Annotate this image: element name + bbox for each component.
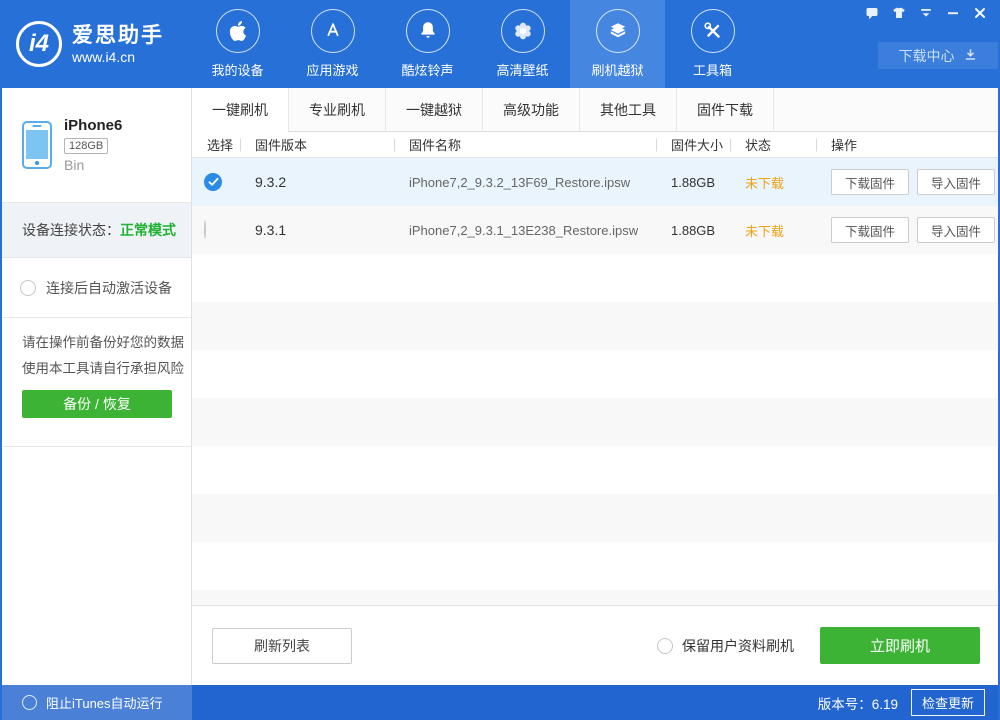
iphone-icon (22, 121, 52, 169)
refresh-list-button[interactable]: 刷新列表 (212, 628, 352, 664)
firmware-radio-checked[interactable] (204, 173, 222, 191)
table-row[interactable]: 9.3.1 iPhone7,2_9.3.1_13E238_Restore.ips… (192, 206, 998, 254)
firmware-size: 1.88GB (656, 175, 730, 190)
flower-icon (501, 9, 545, 53)
nav-item-wallpapers[interactable]: 高清壁纸 (475, 0, 570, 88)
nav-label: 我的设备 (211, 60, 263, 79)
app-logo: i4 爱思助手 www.i4.cn (2, 0, 190, 88)
tab-pro-flash[interactable]: 专业刷机 (289, 88, 386, 132)
bell-icon (406, 9, 450, 53)
nav-item-ringtones[interactable]: 酷炫铃声 (380, 0, 475, 88)
device-info-section: iPhone6 128GB Bin (2, 88, 191, 203)
firmware-table-body: 9.3.2 iPhone7,2_9.3.2_13F69_Restore.ipsw… (192, 158, 998, 605)
auto-activate-section: 连接后自动激活设备 (2, 258, 191, 318)
nav-item-toolbox[interactable]: 工具箱 (665, 0, 760, 88)
apple-icon (216, 9, 260, 53)
nav-label: 酷炫铃声 (401, 60, 453, 79)
tab-one-click-jailbreak[interactable]: 一键越狱 (386, 88, 483, 132)
message-icon[interactable] (862, 5, 882, 21)
device-capacity-badge: 128GB (64, 138, 108, 154)
status-bar: 阻止iTunes自动运行 版本号：6.19 检查更新 (2, 685, 998, 720)
connection-status-section: 设备连接状态：正常模式 (2, 203, 191, 258)
auto-activate-label: 连接后自动激活设备 (46, 278, 172, 298)
block-itunes-radio[interactable] (22, 695, 37, 710)
keep-user-data-radio[interactable] (657, 638, 673, 654)
firmware-radio[interactable] (204, 220, 206, 239)
app-window: i4 爱思助手 www.i4.cn 我的设备 应用游戏 (0, 0, 1000, 720)
sidebar: iPhone6 128GB Bin 设备连接状态：正常模式 连接后自动激活设备 … (2, 88, 192, 685)
block-itunes-option: 阻止iTunes自动运行 (2, 685, 192, 720)
nav-item-my-device[interactable]: 我的设备 (190, 0, 285, 88)
action-bar: 刷新列表 保留用户资料刷机 立即刷机 (192, 605, 998, 685)
table-row[interactable]: 9.3.2 iPhone7,2_9.3.2_13F69_Restore.ipsw… (192, 158, 998, 206)
auto-activate-radio[interactable] (20, 280, 36, 296)
i4-logo-icon: i4 (16, 21, 62, 67)
jailbreak-box-icon (596, 9, 640, 53)
version-label: 版本号：6.19 (818, 693, 898, 713)
firmware-status: 未下载 (730, 173, 816, 192)
nav-label: 刷机越狱 (591, 60, 643, 79)
theme-shirt-icon[interactable] (889, 5, 909, 21)
nav-label: 高清壁纸 (496, 60, 548, 79)
column-header-firmware-size: 固件大小 (656, 135, 730, 154)
firmware-version: 9.3.1 (240, 222, 394, 238)
tab-one-click-flash[interactable]: 一键刷机 (192, 88, 289, 132)
download-firmware-button[interactable]: 下载固件 (831, 169, 909, 195)
device-nickname: Bin (64, 157, 122, 173)
firmware-size: 1.88GB (656, 223, 730, 238)
firmware-status: 未下载 (730, 221, 816, 240)
close-icon[interactable] (970, 5, 990, 21)
minimize-icon[interactable] (943, 5, 963, 21)
connection-status-label: 设备连接状态： (22, 220, 120, 240)
backup-restore-button[interactable]: 备份 / 恢复 (22, 390, 172, 418)
import-firmware-button[interactable]: 导入固件 (917, 217, 995, 243)
main-nav: 我的设备 应用游戏 酷炫铃声 高清壁纸 (190, 0, 760, 88)
firmware-filename: iPhone7,2_9.3.2_13F69_Restore.ipsw (394, 175, 656, 190)
toolbox-icon (691, 9, 735, 53)
download-center-label: 下载中心 (899, 46, 955, 66)
tab-advanced-features[interactable]: 高级功能 (483, 88, 580, 132)
appstore-icon (311, 9, 355, 53)
device-name: iPhone6 (64, 117, 122, 134)
nav-label: 应用游戏 (306, 60, 358, 79)
firmware-version: 9.3.2 (240, 174, 394, 190)
top-bar: i4 爱思助手 www.i4.cn 我的设备 应用游戏 (2, 0, 998, 88)
warning-line-2: 使用本工具请自行承担风险 (22, 356, 191, 382)
brand-name: 爱思助手 (72, 23, 164, 48)
nav-item-flash-jailbreak[interactable]: 刷机越狱 (570, 0, 665, 88)
column-header-operation: 操作 (816, 135, 998, 154)
column-header-select: 选择 (192, 135, 240, 154)
nav-label: 工具箱 (693, 60, 732, 79)
download-center-button[interactable]: 下载中心 (878, 42, 998, 69)
app-body: iPhone6 128GB Bin 设备连接状态：正常模式 连接后自动激活设备 … (2, 88, 998, 685)
column-header-firmware-version: 固件版本 (240, 135, 394, 154)
firmware-filename: iPhone7,2_9.3.1_13E238_Restore.ipsw (394, 223, 656, 238)
window-controls (862, 5, 990, 21)
tab-bar: 一键刷机 专业刷机 一键越狱 高级功能 其他工具 固件下载 (192, 88, 998, 132)
flash-now-button[interactable]: 立即刷机 (820, 627, 980, 664)
warning-line-1: 请在操作前备份好您的数据 (22, 330, 191, 356)
block-itunes-label: 阻止iTunes自动运行 (46, 693, 163, 712)
column-header-status: 状态 (730, 135, 816, 154)
connection-status-value: 正常模式 (120, 220, 176, 240)
keep-user-data-option: 保留用户资料刷机 (657, 636, 794, 656)
brand-site: www.i4.cn (72, 49, 164, 65)
download-firmware-button[interactable]: 下载固件 (831, 217, 909, 243)
table-header: 选择 固件版本 固件名称 固件大小 状态 操作 (192, 132, 998, 158)
backup-warning-section: 请在操作前备份好您的数据 使用本工具请自行承担风险 备份 / 恢复 (2, 318, 191, 447)
keep-user-data-label: 保留用户资料刷机 (682, 636, 794, 656)
download-icon (963, 47, 978, 65)
main-content: 一键刷机 专业刷机 一键越狱 高级功能 其他工具 固件下载 选择 固件版本 固件… (192, 88, 998, 685)
menu-chevron-icon[interactable] (916, 5, 936, 21)
column-header-firmware-name: 固件名称 (394, 135, 656, 154)
sidebar-empty-area (2, 447, 191, 685)
check-update-button[interactable]: 检查更新 (911, 689, 985, 716)
import-firmware-button[interactable]: 导入固件 (917, 169, 995, 195)
tab-other-tools[interactable]: 其他工具 (580, 88, 677, 132)
nav-item-apps-games[interactable]: 应用游戏 (285, 0, 380, 88)
tab-firmware-download[interactable]: 固件下载 (677, 88, 774, 132)
